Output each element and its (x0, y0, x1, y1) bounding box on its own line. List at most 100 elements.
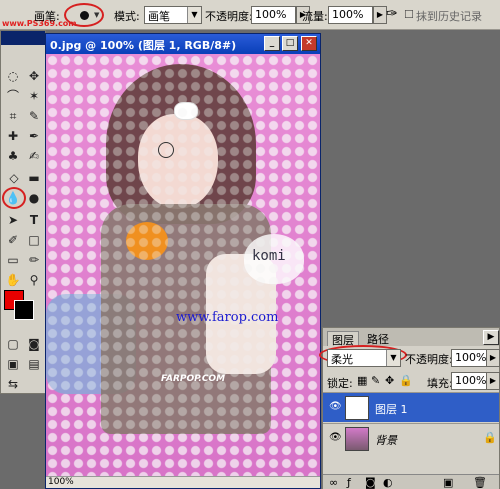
screen-mode-icon[interactable]: ▣ (4, 355, 22, 373)
link-layers-icon[interactable]: ∞ (329, 476, 338, 489)
lock-pixels-icon[interactable]: ✎ (371, 374, 380, 387)
layers-panel-tabs: 图层 路径 ▶ (323, 328, 499, 347)
document-titlebar[interactable]: 0.jpg @ 100% (图层 1, RGB/8#) _ □ ✕ (46, 34, 320, 54)
document-status-bar: 100% (46, 476, 320, 488)
layer-opacity-slider-button[interactable]: ▶ (486, 349, 500, 367)
brush-cursor (158, 142, 174, 158)
magic-wand-tool-icon[interactable]: ✶ (25, 87, 43, 105)
options-bar: www.PS369.com 画笔: ▼ 模式: 画笔 ▼ 不透明度: 100% … (0, 0, 500, 30)
flow-value: 100% (332, 8, 364, 21)
shape-tool-icon[interactable]: □ (25, 231, 43, 249)
layer-mask-icon[interactable]: ◙ (365, 476, 376, 489)
flow-input[interactable]: 100% (328, 6, 373, 24)
layer-thumbnail (345, 396, 369, 420)
gradient-tool-icon[interactable]: ▬ (25, 169, 43, 187)
layer-row-background[interactable]: 👁 背景 🔒 (323, 423, 499, 453)
eyedropper-tool-icon[interactable]: ✏ (25, 251, 43, 269)
lock-transparency-icon[interactable]: ▦ (357, 374, 367, 387)
layer-name: 图层 1 (375, 403, 408, 416)
dot-pattern-overlay (46, 54, 320, 476)
brush-tool-icon[interactable]: ✒ (25, 127, 43, 145)
fill-input[interactable]: 100% (451, 372, 487, 390)
minimize-button[interactable]: _ (264, 36, 280, 51)
zoom-level[interactable]: 100% (48, 477, 74, 487)
brush-label: 画笔: (34, 10, 60, 23)
brush-tip-icon (80, 11, 89, 20)
lock-icon: 🔒 (483, 431, 497, 444)
opacity-label: 不透明度: (205, 10, 253, 23)
flow-label: 流量: (302, 10, 328, 23)
image-canvas[interactable]: komi www.farop.com FARPOP.COM (46, 54, 320, 476)
layer-style-icon[interactable]: ƒ (347, 476, 351, 489)
blend-mode-select[interactable]: 柔光 ▼ (327, 349, 401, 367)
panel-menu-button[interactable]: ▶ (483, 330, 499, 345)
layers-panel: 图层 路径 ▶ 柔光 ▼ 不透明度: 100% ▶ 锁定: ▦ ✎ ✥ 🔒 填充… (319, 327, 500, 489)
chevron-down-icon: ▼ (386, 350, 400, 366)
flow-slider-button[interactable]: ▶ (373, 6, 387, 24)
lasso-tool-icon[interactable]: ⌒ (4, 87, 22, 105)
maximize-button[interactable]: □ (282, 36, 298, 51)
zoom-tool-icon[interactable]: ⚲ (25, 271, 43, 289)
opacity-input[interactable]: 100% (251, 6, 296, 24)
layers-panel-footer: ∞ ƒ ◙ ◐ ▣ 🗑 (323, 474, 499, 489)
canvas-logo-text: FARPOP.COM (161, 374, 226, 384)
crop-tool-icon[interactable]: ⌗ (4, 107, 22, 125)
toolbox-header (1, 31, 45, 45)
marquee-tool-icon[interactable]: ◌ (4, 67, 22, 85)
slice-tool-icon[interactable]: ✎ (25, 107, 43, 125)
lock-position-icon[interactable]: ✥ (385, 374, 394, 387)
close-button[interactable]: ✕ (301, 36, 317, 51)
history-brush-tool-icon[interactable]: ✍ (25, 147, 43, 165)
fill-value: 100% (455, 374, 487, 387)
fill-label: 填充: (427, 377, 453, 390)
new-layer-icon[interactable]: ▣ (443, 476, 453, 489)
canvas-text-url: www.farop.com (176, 310, 279, 325)
blur-tool-icon[interactable]: 💧 (4, 189, 22, 207)
eraser-tool-icon[interactable]: ◇ (5, 169, 23, 187)
tab-layers[interactable]: 图层 (327, 331, 359, 347)
jump-to-imageready-icon[interactable]: ⇆ (4, 375, 22, 393)
opacity-value: 100% (255, 8, 287, 21)
background-color-swatch[interactable] (14, 300, 34, 320)
airbrush-icon[interactable]: ✑ (386, 6, 398, 22)
move-tool-icon[interactable]: ✥ (25, 67, 43, 85)
lock-all-icon[interactable]: 🔒 (399, 374, 413, 387)
mode-label: 模式: (114, 10, 140, 23)
path-selection-tool-icon[interactable]: ➤ (4, 211, 22, 229)
quick-mask-icon[interactable]: ◙ (25, 335, 43, 353)
chevron-down-icon: ▼ (187, 7, 201, 23)
toolbox: ◌ ✥ ⌒ ✶ ⌗ ✎ ✚ ✒ ♣ ✍ ◇ ▬ 💧 ● ➤ T ✐ □ ▭ ✏ … (0, 30, 46, 394)
layer-thumbnail (345, 427, 369, 451)
pen-tool-icon[interactable]: ✐ (4, 231, 22, 249)
brush-preset-picker[interactable]: ▼ (64, 3, 104, 27)
document-window: 0.jpg @ 100% (图层 1, RGB/8#) _ □ ✕ komi w… (45, 33, 321, 489)
fullscreen-mode-icon[interactable]: ▤ (25, 355, 43, 373)
canvas-text-komi: komi (252, 248, 286, 264)
blend-mode-value: 柔光 (331, 353, 353, 366)
dodge-tool-icon[interactable]: ● (25, 189, 43, 207)
healing-brush-tool-icon[interactable]: ✚ (4, 127, 22, 145)
mode-value: 画笔 (148, 10, 170, 23)
chevron-down-icon: ▼ (94, 11, 100, 19)
layer-opacity-input[interactable]: 100% (451, 349, 487, 367)
clone-stamp-tool-icon[interactable]: ♣ (4, 147, 22, 165)
fill-slider-button[interactable]: ▶ (486, 372, 500, 390)
tab-paths[interactable]: 路径 (363, 331, 393, 346)
mode-select[interactable]: 画笔 ▼ (144, 6, 202, 24)
type-tool-icon[interactable]: T (25, 211, 43, 229)
trash-icon[interactable]: 🗑 (473, 476, 487, 489)
lock-label: 锁定: (327, 377, 353, 390)
erase-to-history-checkbox[interactable]: ☐ (404, 8, 414, 21)
notes-tool-icon[interactable]: ▭ (4, 251, 22, 269)
hand-tool-icon[interactable]: ✋ (4, 271, 22, 289)
erase-to-history-label: 抹到历史记录 (416, 10, 482, 23)
eye-icon[interactable]: 👁 (329, 401, 342, 412)
standard-mode-icon[interactable]: ▢ (4, 335, 22, 353)
layer-row-layer1[interactable]: 👁 图层 1 (323, 392, 499, 422)
eye-icon[interactable]: 👁 (329, 432, 342, 443)
layer-name: 背景 (375, 434, 397, 447)
document-title: 0.jpg @ 100% (图层 1, RGB/8#) (50, 39, 237, 52)
layer-opacity-label: 不透明度: (405, 353, 453, 366)
layer-opacity-value: 100% (455, 351, 487, 364)
adjustment-layer-icon[interactable]: ◐ (383, 476, 393, 489)
